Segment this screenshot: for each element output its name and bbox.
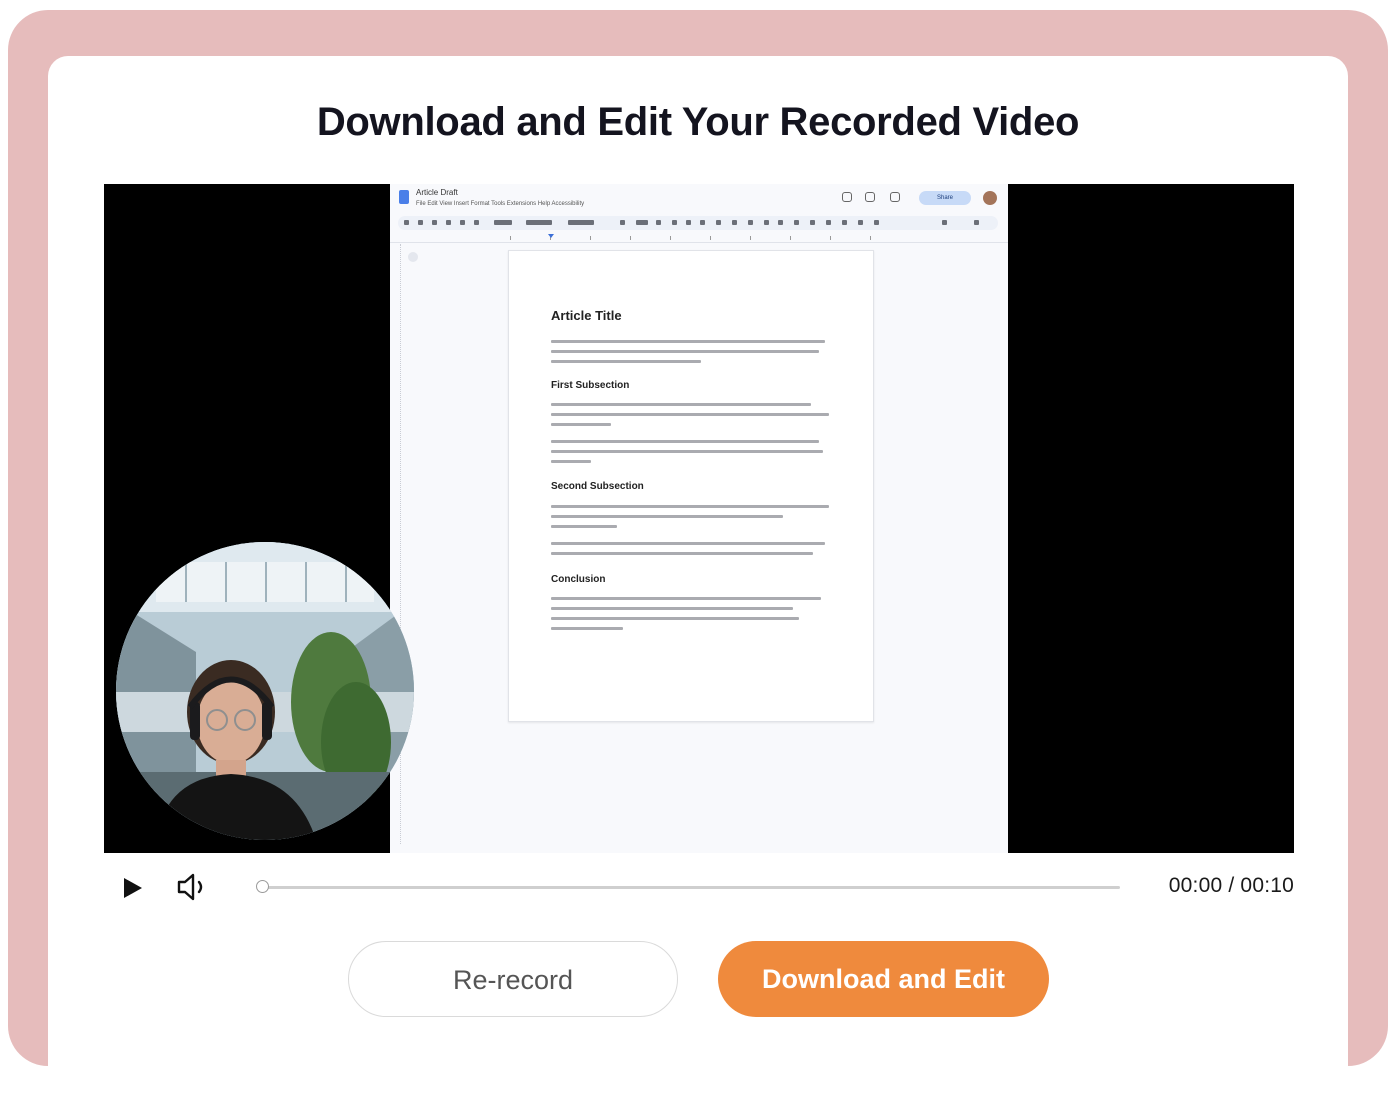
volume-icon: [177, 873, 203, 901]
doc-heading: Article Title: [551, 308, 622, 323]
volume-button[interactable]: [176, 872, 210, 902]
play-icon: [124, 878, 142, 898]
download-edit-button[interactable]: Download and Edit: [718, 941, 1049, 1017]
avatar: [983, 191, 997, 205]
doc-page: Article Title First Subsection Second Su…: [508, 250, 874, 722]
outline-icon: [408, 252, 418, 262]
play-button[interactable]: [120, 876, 146, 900]
meet-icon: [890, 192, 900, 202]
video-controls: 00:00 / 00:10: [104, 864, 1294, 910]
doc-section-heading: First Subsection: [551, 380, 630, 391]
doc-section-heading: Conclusion: [551, 574, 606, 585]
doc-name: Article Draft: [416, 188, 458, 197]
rerecord-button[interactable]: Re-record: [348, 941, 678, 1017]
docs-toolbar: [398, 216, 998, 230]
page-title: Download and Edit Your Recorded Video: [316, 100, 1080, 144]
share-button: Share: [919, 191, 971, 205]
progress-track[interactable]: [262, 886, 1120, 889]
docs-header: Article Draft File Edit View Insert Form…: [390, 184, 1008, 214]
docs-screen: Article Draft File Edit View Insert Form…: [390, 184, 1008, 853]
video-player[interactable]: Article Draft File Edit View Insert Form…: [104, 184, 1294, 853]
doc-section-heading: Second Subsection: [551, 481, 644, 492]
doc-menu: File Edit View Insert Format Tools Exten…: [416, 201, 585, 207]
ruler: [390, 232, 1008, 243]
webcam-image: [116, 542, 414, 840]
history-icon: [842, 192, 852, 202]
time-display: 00:00 / 00:10: [1168, 874, 1294, 897]
docs-icon: [399, 190, 409, 204]
webcam-overlay: [116, 542, 414, 840]
progress-thumb[interactable]: [256, 880, 269, 893]
comment-icon: [865, 192, 875, 202]
